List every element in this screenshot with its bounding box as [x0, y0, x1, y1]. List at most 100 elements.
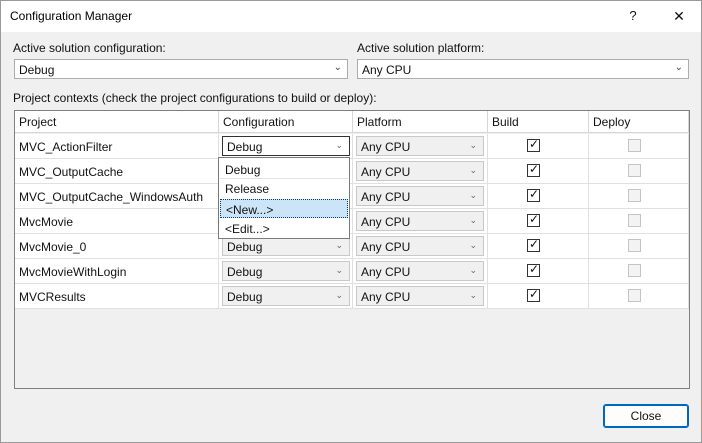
active-configuration-value: Debug — [19, 63, 55, 77]
platform-cell: Any CPU ⌄ — [353, 259, 488, 284]
row-configuration-value: Debug — [227, 140, 263, 154]
checkmark-icon: ✓ — [529, 187, 540, 201]
build-checkbox[interactable]: ✓ — [527, 212, 540, 227]
project-cell: MVC_ActionFilter — [15, 134, 219, 159]
build-checkbox[interactable]: ✓ — [527, 187, 540, 202]
build-checkbox[interactable]: ✓ — [527, 137, 540, 152]
configuration-cell: Debug ⌄ — [219, 259, 353, 284]
row-platform-value: Any CPU — [361, 240, 411, 254]
row-platform-select[interactable]: Any CPU ⌄ — [356, 136, 484, 156]
deploy-checkbox — [628, 214, 641, 227]
table-row: MvcMovieDebug⌄Any CPU⌄✓ — [15, 209, 689, 234]
row-platform-value: Any CPU — [361, 215, 411, 229]
project-name: MvcMovie — [19, 215, 74, 229]
configuration-dropdown-list: Debug Release <New...> <Edit...> — [218, 157, 350, 239]
project-name: MVCResults — [19, 290, 86, 304]
row-platform-value: Any CPU — [361, 290, 411, 304]
close-icon[interactable]: ✕ — [663, 5, 695, 27]
checkmark-icon: ✓ — [529, 237, 540, 251]
close-button-label: Close — [630, 409, 662, 423]
project-contexts-label: Project contexts (check the project conf… — [13, 91, 377, 105]
chevron-down-icon: ⌄ — [674, 62, 683, 73]
deploy-cell — [589, 184, 689, 209]
row-configuration-select[interactable]: Debug ⌄ — [222, 236, 350, 256]
column-header-platform[interactable]: Platform — [353, 111, 488, 133]
checkmark-icon: ✓ — [529, 287, 540, 301]
chevron-down-icon: ⌄ — [469, 290, 477, 300]
active-configuration-label: Active solution configuration: — [13, 41, 166, 55]
row-configuration-value: Debug — [227, 265, 263, 279]
row-platform-select[interactable]: Any CPU ⌄ — [356, 286, 484, 306]
deploy-cell — [589, 159, 689, 184]
row-platform-select[interactable]: Any CPU ⌄ — [356, 186, 484, 206]
chevron-down-icon: ⌄ — [335, 240, 343, 250]
chevron-down-icon: ⌄ — [335, 140, 343, 150]
build-checkbox[interactable]: ✓ — [527, 287, 540, 302]
table-row: MvcMovie_0 Debug ⌄ Any CPU ⌄ ✓ — [15, 234, 689, 259]
column-header-deploy[interactable]: Deploy — [589, 111, 689, 133]
chevron-down-icon: ⌄ — [469, 140, 477, 150]
table-row: MvcMovieWithLogin Debug ⌄ Any CPU ⌄ ✓ — [15, 259, 689, 284]
project-cell: MvcMovie — [15, 209, 219, 234]
dropdown-item-new[interactable]: <New...> — [220, 199, 348, 218]
deploy-cell — [589, 234, 689, 259]
deploy-checkbox — [628, 264, 641, 277]
dropdown-item-edit[interactable]: <Edit...> — [220, 219, 348, 238]
table-row: MVC_OutputCache Debug ⌄Any CPU ⌄ ✓ — [15, 159, 689, 184]
row-configuration-select[interactable]: Debug ⌄ — [222, 286, 350, 306]
build-cell: ✓ — [488, 259, 589, 284]
build-checkbox[interactable]: ✓ — [527, 237, 540, 252]
platform-cell: Any CPU ⌄ — [353, 209, 488, 234]
active-platform-label: Active solution platform: — [357, 41, 485, 55]
configuration-cell: Debug ⌄ — [219, 284, 353, 309]
dropdown-item-debug[interactable]: Debug — [220, 160, 348, 179]
dialog-title: Configuration Manager — [10, 9, 133, 23]
platform-cell: Any CPU ⌄ — [353, 234, 488, 259]
build-cell: ✓ — [488, 209, 589, 234]
chevron-down-icon: ⌄ — [469, 265, 477, 275]
deploy-cell — [589, 209, 689, 234]
close-button[interactable]: Close — [603, 404, 689, 428]
project-name: MVC_OutputCache_WindowsAuth — [19, 190, 204, 204]
row-platform-select[interactable]: Any CPU ⌄ — [356, 261, 484, 281]
deploy-checkbox — [628, 139, 641, 152]
chevron-down-icon: ⌄ — [469, 215, 477, 225]
checkmark-icon: ✓ — [529, 262, 540, 276]
chevron-down-icon: ⌄ — [469, 165, 477, 175]
dropdown-item-release[interactable]: Release — [220, 179, 348, 198]
help-icon[interactable]: ? — [619, 5, 647, 27]
row-platform-select[interactable]: Any CPU ⌄ — [356, 236, 484, 256]
row-platform-select[interactable]: Any CPU ⌄ — [356, 161, 484, 181]
project-cell: MVCResults — [15, 284, 219, 309]
deploy-checkbox — [628, 239, 641, 252]
deploy-cell — [589, 284, 689, 309]
platform-cell: Any CPU ⌄ — [353, 159, 488, 184]
row-configuration-value: Debug — [227, 290, 263, 304]
build-checkbox[interactable]: ✓ — [527, 262, 540, 277]
deploy-checkbox — [628, 189, 641, 202]
platform-cell: Any CPU ⌄ — [353, 284, 488, 309]
active-configuration-select[interactable]: Debug ⌄ — [14, 59, 348, 79]
deploy-cell — [589, 134, 689, 159]
row-configuration-select[interactable]: Debug ⌄ — [222, 136, 350, 156]
row-configuration-value: Debug — [227, 240, 263, 254]
checkmark-icon: ✓ — [529, 212, 540, 226]
project-cell: MVC_OutputCache_WindowsAuth — [15, 184, 219, 209]
configuration-cell: Debug ⌄ — [219, 134, 353, 159]
chevron-down-icon: ⌄ — [335, 290, 343, 300]
table-row: MVC_OutputCache_WindowsAuthDebug⌄Any CPU… — [15, 184, 689, 209]
row-platform-select[interactable]: Any CPU ⌄ — [356, 211, 484, 231]
build-cell: ✓ — [488, 234, 589, 259]
build-checkbox[interactable]: ✓ — [527, 162, 540, 177]
chevron-down-icon: ⌄ — [469, 190, 477, 200]
title-bar: Configuration Manager ? ✕ — [1, 1, 701, 32]
active-platform-select[interactable]: Any CPU ⌄ — [357, 59, 689, 79]
project-name: MVC_OutputCache — [19, 165, 124, 179]
column-header-project[interactable]: Project — [15, 111, 219, 133]
column-header-build[interactable]: Build — [488, 111, 589, 133]
column-header-configuration[interactable]: Configuration — [219, 111, 353, 133]
checkmark-icon: ✓ — [529, 137, 540, 151]
project-name: MvcMovieWithLogin — [19, 265, 127, 279]
row-configuration-select[interactable]: Debug ⌄ — [222, 261, 350, 281]
project-name: MvcMovie_0 — [19, 240, 87, 254]
